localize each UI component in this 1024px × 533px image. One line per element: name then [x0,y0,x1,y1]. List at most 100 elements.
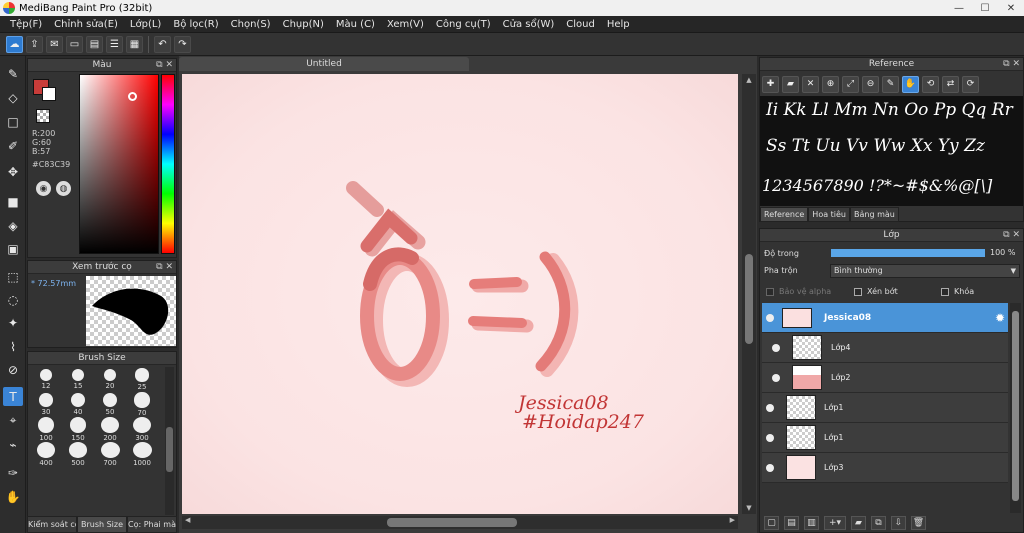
fill-rect-tool-icon[interactable]: ■ [3,192,23,211]
layer-row[interactable]: Lớp2 [762,363,1008,393]
zoom-in-icon[interactable]: ⊕ [822,75,839,93]
minimize-button[interactable]: — [946,0,972,16]
zoom-out-icon[interactable]: ⊖ [862,75,879,93]
color-picker-cursor[interactable] [128,92,137,101]
brush-size-option[interactable]: 150 [63,417,93,442]
menu-tools[interactable]: Công cụ(T) [430,19,497,30]
panel-float-close-icon[interactable]: ⧉ ✕ [1003,229,1020,242]
layer-row[interactable]: Jessica08 ✹ [762,303,1008,333]
magic-wand-icon[interactable]: ✦ [3,313,23,332]
tab-brush-size[interactable]: Brush Size [77,516,127,533]
pen-tool-icon[interactable]: ✐ [3,136,23,155]
select-eraser-icon[interactable]: ⊘ [3,360,23,379]
transparent-color-swatch[interactable] [36,109,50,123]
brush-size-option[interactable]: 30 [31,392,61,417]
visibility-eye-icon[interactable] [766,463,774,472]
folder-icon[interactable]: ▰ [782,75,799,93]
delete-layer-icon[interactable]: 🗑 [911,516,926,530]
panel-float-close-icon[interactable]: ⧉ ✕ [156,261,173,274]
menu-snap[interactable]: Chụp(N) [277,19,330,30]
visibility-eye-icon[interactable] [772,373,780,382]
fit-icon[interactable]: ⤢ [842,75,859,93]
gradient-tool-icon[interactable]: ▣ [3,239,23,258]
comment-icon[interactable]: ▭ [66,35,83,53]
duplicate-layer-icon[interactable]: ⧉ [871,516,886,530]
tab-reference[interactable]: Reference [760,207,809,222]
layer-list-scrollbar[interactable] [1010,303,1021,513]
blend-mode-select[interactable]: Bình thường ▼ [830,264,1020,278]
hand-tool-icon[interactable]: ✋ [3,487,23,506]
brush-size-option[interactable]: 500 [63,442,93,467]
brush-size-option[interactable]: 400 [31,442,61,467]
visibility-eye-icon[interactable] [766,403,774,412]
brush-size-option[interactable]: 12 [31,367,61,392]
select-rect-icon[interactable]: ⬚ [3,267,23,286]
brush-size-option[interactable]: 20 [95,367,125,392]
brush-size-option[interactable]: 70 [127,392,157,417]
reference-add-icon[interactable]: ✚ [762,75,779,93]
protect-alpha-checkbox[interactable]: Bảo vệ alpha [766,287,831,296]
text-tool-icon[interactable]: T [3,387,23,406]
panel-float-close-icon[interactable]: ⧉ ✕ [1003,58,1020,71]
menu-window[interactable]: Cửa sổ(W) [497,19,561,30]
brush-size-option[interactable]: 200 [95,417,125,442]
clipping-checkbox[interactable]: Xén bớt [854,287,898,296]
maximize-button[interactable]: ☐ [972,0,998,16]
menu-view[interactable]: Xem(V) [381,19,430,30]
menu-filter[interactable]: Bộ lọc(R) [167,19,224,30]
new-layer-1bit-icon[interactable]: ▥ [804,516,819,530]
merge-layer-icon[interactable]: ⇩ [891,516,906,530]
grid-icon[interactable]: ▦ [126,35,143,53]
folder-layer-icon[interactable]: ▰ [851,516,866,530]
new-layer-icon[interactable]: ▢ [764,516,779,530]
visibility-eye-icon[interactable] [766,433,774,442]
menu-layer[interactable]: Lớp(L) [124,19,167,30]
brush-size-option[interactable]: 700 [95,442,125,467]
layer-row[interactable]: Lớp1 [762,393,1008,423]
color-history-icon[interactable]: ◍ [56,181,71,196]
pick-color-icon[interactable]: ✎ [882,75,899,93]
canvas-horizontal-scrollbar[interactable]: ◀ ▶ [182,516,738,529]
brush-size-option[interactable]: 50 [95,392,125,417]
palette-icon[interactable]: ◉ [36,181,51,196]
visibility-eye-icon[interactable] [766,313,774,322]
opacity-slider[interactable] [830,248,986,258]
move-tool-icon[interactable]: ✥ [3,162,23,181]
redo-icon[interactable]: ↷ [174,35,191,53]
chat-icon[interactable]: ✉ [46,35,63,53]
list-icon[interactable]: ☰ [106,35,123,53]
hue-slider[interactable] [161,74,175,254]
brush-size-option[interactable]: 15 [63,367,93,392]
gear-icon[interactable]: ✹ [995,311,1005,325]
layer-row[interactable]: Lớp3 [762,453,1008,483]
eyedropper-icon[interactable]: ✑ [3,463,23,482]
brush-size-option[interactable]: 300 [127,417,157,442]
menu-help[interactable]: Help [601,19,636,30]
dropper-icon[interactable]: ⌁ [3,435,23,454]
close-button[interactable]: ✕ [998,0,1024,16]
undo-icon[interactable]: ↶ [154,35,171,53]
brush-tool-icon[interactable]: ✎ [3,64,23,83]
tab-palette[interactable]: Bảng màu [850,207,899,222]
menu-cloud[interactable]: Cloud [560,19,601,30]
visibility-eye-icon[interactable] [772,343,780,352]
tab-navigator[interactable]: Hoa tiêu [808,207,851,222]
cloud-icon[interactable]: ☁ [6,35,23,53]
operation-tool-icon[interactable]: ⌖ [3,411,23,430]
menu-file[interactable]: Tệp(F) [4,19,48,30]
rectangle-tool-icon[interactable]: □ [3,112,23,131]
drawing-canvas[interactable]: Jessica08 #Hoidap247 [182,74,738,514]
hand-pan-icon[interactable]: ✋ [902,75,919,93]
eraser-tool-icon[interactable]: ◇ [3,88,23,107]
saturation-value-picker[interactable] [79,74,159,254]
rotate-right-icon[interactable]: ⟳ [962,75,979,93]
background-color-swatch[interactable] [42,87,56,101]
brush-size-option[interactable]: 40 [63,392,93,417]
brush-size-option[interactable]: 25 [127,367,157,392]
menu-color[interactable]: Màu (C) [330,19,381,30]
remove-icon[interactable]: ✕ [802,75,819,93]
brush-size-option[interactable]: 100 [31,417,61,442]
new-layer-8bit-icon[interactable]: ▤ [784,516,799,530]
tab-brush-control[interactable]: Kiểm soát cọ [27,516,77,533]
layer-row[interactable]: Lớp1 [762,423,1008,453]
